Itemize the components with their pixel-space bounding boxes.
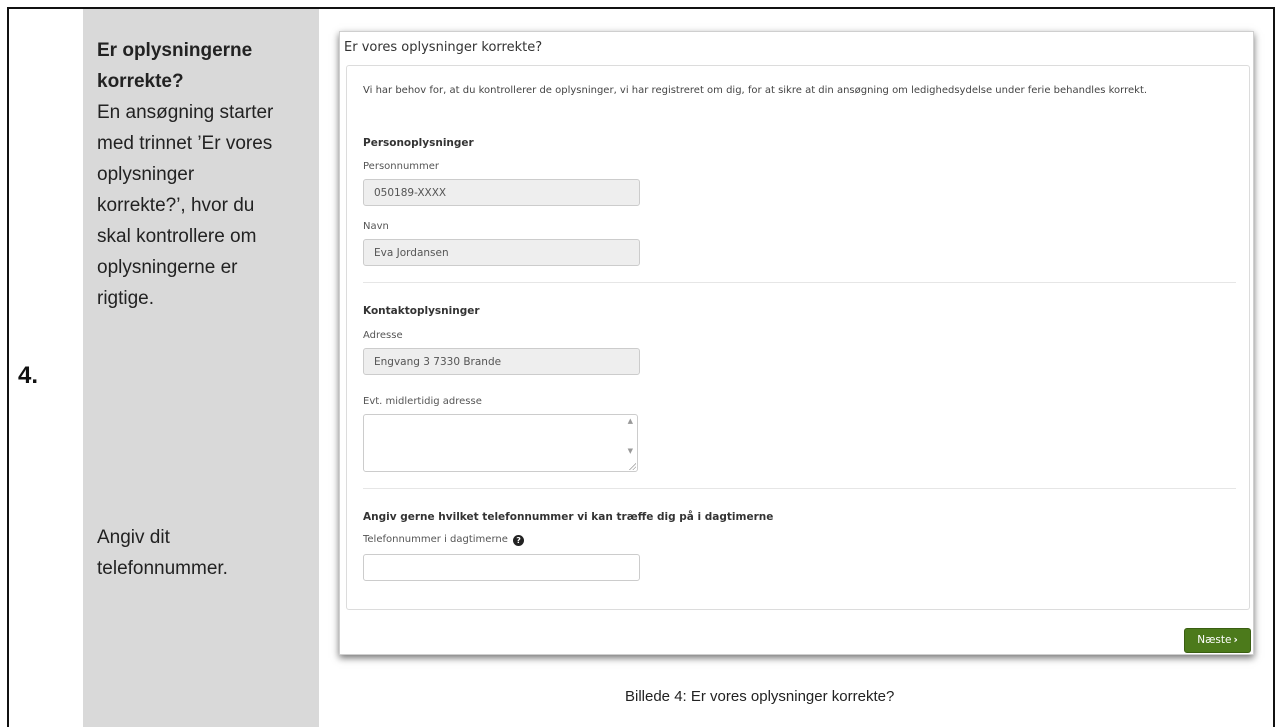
- address-field: Engvang 3 7330 Brande: [363, 348, 640, 375]
- form-screenshot: Er vores oplysninger korrekte? Vi har be…: [339, 31, 1254, 655]
- name-field: Eva Jordansen: [363, 239, 640, 266]
- personal-heading: Personoplysninger: [363, 137, 474, 149]
- temp-address-textarea[interactable]: ▲ ▼: [363, 414, 638, 472]
- name-label: Navn: [363, 221, 389, 232]
- help-icon[interactable]: ?: [513, 535, 525, 546]
- temp-address-label: Evt. midlertidig adresse: [363, 396, 482, 407]
- phone-label: Telefonnummer i dagtimerne: [363, 534, 508, 545]
- description-line: korrekte?’, hvor du: [97, 195, 255, 216]
- address-label: Adresse: [363, 330, 403, 341]
- resize-handle-icon[interactable]: [628, 462, 636, 470]
- description-column: Er oplysningerne korrekte? En ansøgning …: [83, 9, 319, 727]
- next-button[interactable]: Næste ›: [1184, 628, 1251, 653]
- form-title: Er vores oplysninger korrekte?: [344, 40, 543, 55]
- section-divider: [363, 282, 1236, 283]
- chevron-right-icon: ›: [1233, 634, 1238, 646]
- figure-caption: Billede 4: Er vores oplysninger korrekte…: [625, 688, 895, 705]
- section-divider: [363, 488, 1236, 489]
- description-heading-line-2: korrekte?: [97, 71, 184, 92]
- description-line: med trinnet ’Er vores: [97, 133, 273, 154]
- phone-heading: Angiv gerne hvilket telefonnummer vi kan…: [363, 511, 774, 523]
- description-line: En ansøgning starter: [97, 102, 274, 123]
- description-line: Angiv dit: [97, 527, 170, 548]
- cpr-label: Personnummer: [363, 161, 440, 172]
- step-number: 4.: [18, 362, 39, 389]
- description-line: skal kontrollere om: [97, 226, 257, 247]
- description-line: oplysningerne er: [97, 257, 238, 278]
- description-line: telefonnummer.: [97, 558, 228, 579]
- scroll-down-icon[interactable]: ▼: [628, 447, 633, 455]
- form-panel: Vi har behov for, at du kontrollerer de …: [346, 65, 1250, 610]
- contact-heading: Kontaktoplysninger: [363, 305, 480, 317]
- cpr-field: 050189-XXXX: [363, 179, 640, 206]
- phone-description: Angiv dit telefonnummer.: [97, 522, 307, 584]
- form-intro: Vi har behov for, at du kontrollerer de …: [363, 85, 1148, 96]
- description-line: rigtige.: [97, 288, 155, 309]
- phone-label-row: Telefonnummer i dagtimerne ?: [363, 534, 525, 546]
- phone-input[interactable]: [363, 554, 640, 581]
- next-button-label: Næste: [1197, 634, 1232, 646]
- scroll-up-icon[interactable]: ▲: [628, 417, 633, 425]
- description-heading-line-1: Er oplysningerne: [97, 40, 253, 61]
- description-line: oplysninger: [97, 164, 195, 185]
